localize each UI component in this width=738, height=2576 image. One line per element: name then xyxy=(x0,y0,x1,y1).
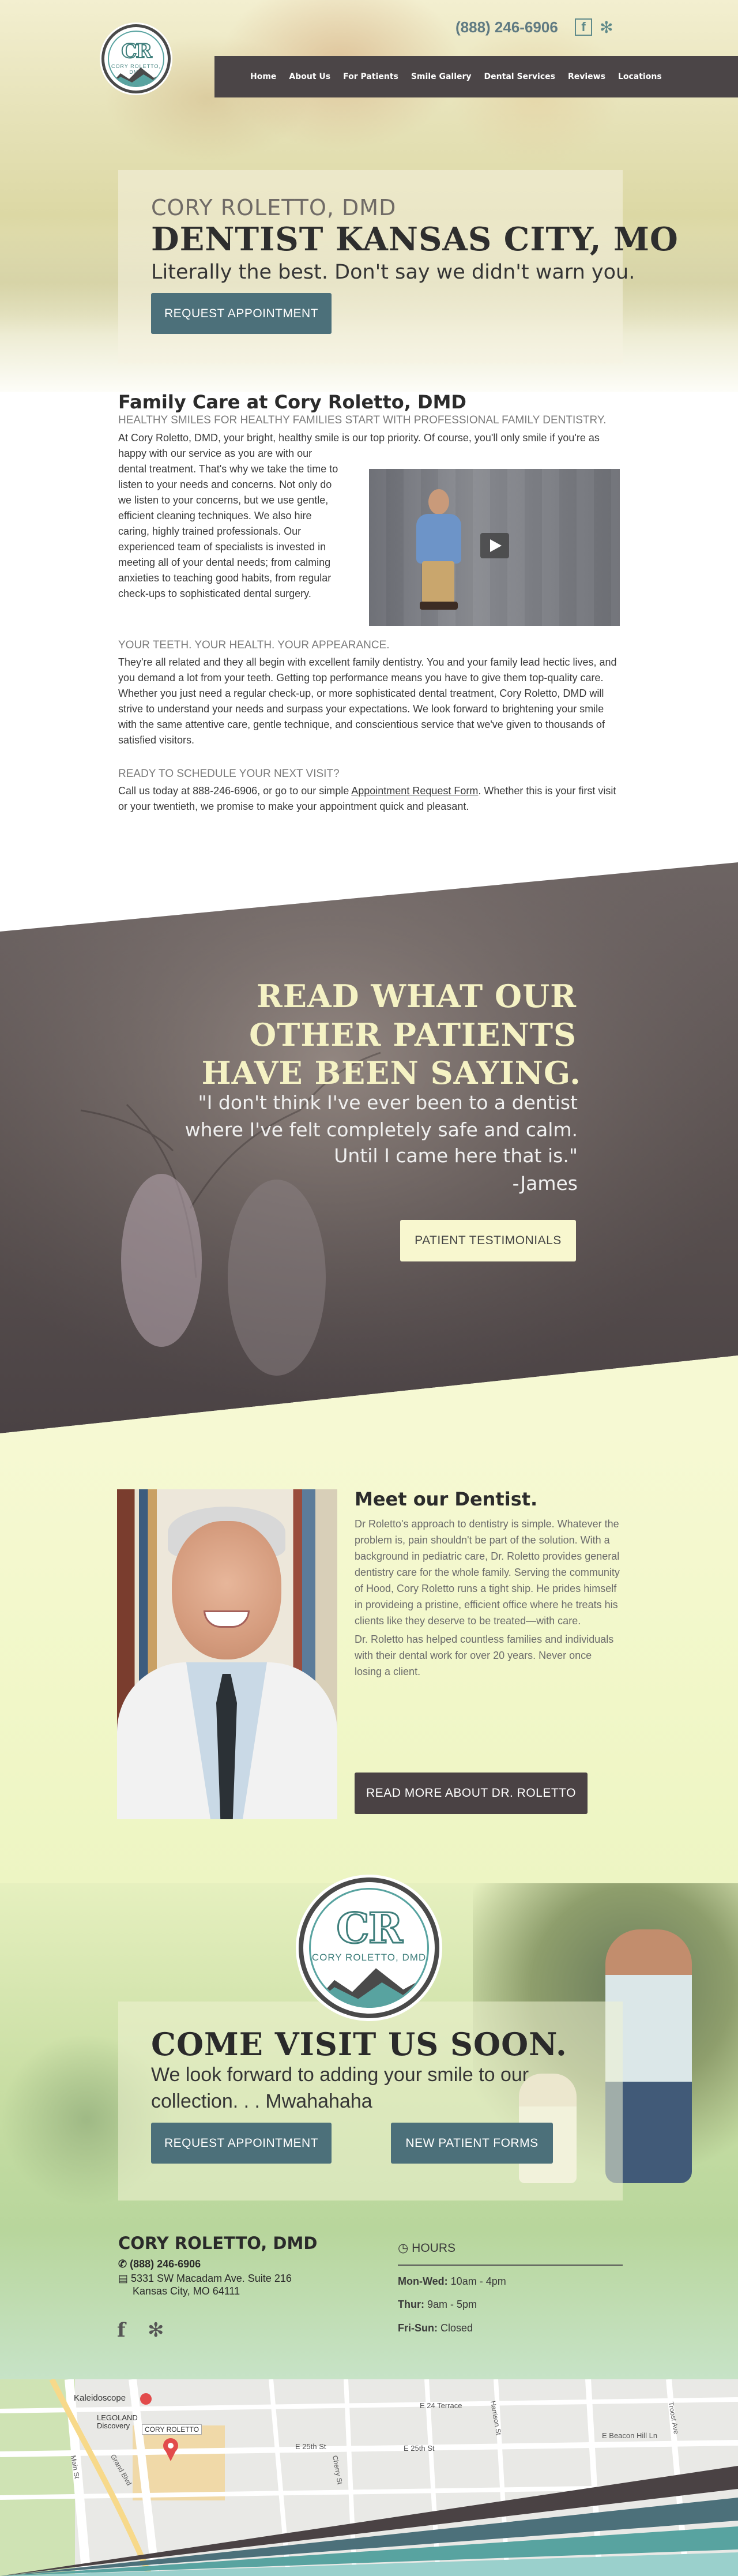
hours-days: Mon-Wed: xyxy=(398,2275,448,2287)
map-label: E 24 Terrace xyxy=(420,2401,462,2410)
logo-name-large: CORY ROLETTO, DMD xyxy=(311,1952,427,1963)
meet-dentist-text: Dr Roletto's approach to dentistry is si… xyxy=(355,1518,620,1627)
ready-text: Call us today at 888-246-6906, or go to … xyxy=(118,783,620,814)
testimonial-author: -James xyxy=(512,1172,578,1195)
family-care-title: Family Care at Cory Roletto, DMD xyxy=(118,391,466,413)
testimonials-section: READ WHAT OUR OTHER PATIENTS HAVE BEEN S… xyxy=(0,862,738,1433)
visit-title: COME VISIT US SOON. xyxy=(151,2026,567,2063)
map-label: Kaleidoscope xyxy=(74,2393,126,2403)
main-nav: Home About Us For Patients Smile Gallery… xyxy=(214,56,738,97)
footer-address-line1: ▤ 5331 SW Macadam Ave. Suite 216 xyxy=(118,2273,292,2285)
meet-dentist-title: Meet our Dentist. xyxy=(355,1488,538,1510)
ready-text-before: Call us today at 888-246-6906, or go to … xyxy=(118,785,352,797)
testimonials-heading-line2: OTHER PATIENTS xyxy=(249,1016,577,1053)
hours-days: Fri-Sun: xyxy=(398,2322,438,2334)
family-care-intro: At Cory Roletto, DMD, your bright, healt… xyxy=(118,432,600,459)
footer-phone[interactable]: ✆ (888) 246-6906 xyxy=(118,2258,201,2270)
logo-monogram: CR xyxy=(121,39,152,63)
yelp-icon[interactable]: ✻ xyxy=(600,18,613,37)
hours-row: Fri-Sun: Closed xyxy=(398,2322,473,2334)
facebook-icon[interactable]: f xyxy=(117,2319,126,2342)
request-appointment-button[interactable]: REQUEST APPOINTMENT xyxy=(151,293,332,334)
testimonial-quote-line2: where I've felt completely safe and calm… xyxy=(184,1118,578,1141)
hours-time: 9am - 5pm xyxy=(427,2299,477,2310)
footer-phone-number[interactable]: (888) 246-6906 xyxy=(130,2258,201,2270)
phone-icon: ✆ xyxy=(118,2258,130,2270)
visit-subtitle-line2: collection. . . Mwahahaha xyxy=(151,2090,372,2112)
hero-tagline: Literally the best. Don't say we didn't … xyxy=(151,261,635,284)
hours-days: Thur: xyxy=(398,2299,424,2310)
nav-locations[interactable]: Locations xyxy=(618,72,662,81)
meet-dentist-text-2: Dr. Roletto has helped countless familie… xyxy=(355,1634,614,1677)
patient-testimonials-button[interactable]: PATIENT TESTIMONIALS xyxy=(400,1220,576,1261)
hours-time: Closed xyxy=(440,2322,473,2334)
map-label: E Beacon Hill Ln xyxy=(602,2431,658,2440)
clock-icon: ◷ xyxy=(398,2241,412,2255)
dentist-photo xyxy=(117,1489,337,1819)
yelp-icon[interactable]: ✻ xyxy=(148,2319,164,2342)
nav-home[interactable]: Home xyxy=(250,72,276,81)
footer-address-street: 5331 SW Macadam Ave. Suite 216 xyxy=(131,2273,292,2284)
intro-video[interactable] xyxy=(369,469,620,626)
hours-row: Mon-Wed: 10am - 4pm xyxy=(398,2275,506,2288)
mountain-icon xyxy=(109,67,163,86)
address-card-icon: ▤ xyxy=(118,2273,131,2284)
hours-title-text: HOURS xyxy=(412,2241,456,2255)
map-pin-label: CORY ROLETTO xyxy=(142,2424,202,2435)
footer-practice-name: CORY ROLETTO, DMD xyxy=(118,2233,318,2253)
play-icon[interactable] xyxy=(480,533,509,558)
hours-title: ◷ HOURS xyxy=(398,2241,455,2255)
location-map[interactable]: Kaleidoscope LEGOLAND Discovery CORY ROL… xyxy=(0,2379,738,2576)
testimonial-quote-line1: "I don't think I've ever been to a denti… xyxy=(198,1091,578,1114)
teeth-title: YOUR TEETH. YOUR HEALTH. YOUR APPEARANCE… xyxy=(118,639,390,651)
nav-dental-services[interactable]: Dental Services xyxy=(484,72,555,81)
footer-address-line2: Kansas City, MO 64111 xyxy=(133,2285,240,2297)
family-care-body: dental treatment. That's why we take the… xyxy=(118,463,338,599)
new-patient-forms-button[interactable]: NEW PATIENT FORMS xyxy=(391,2123,553,2164)
map-label: E 25th St xyxy=(295,2442,326,2451)
facebook-icon[interactable]: f xyxy=(575,18,592,36)
nav-smile-gallery[interactable]: Smile Gallery xyxy=(411,72,472,81)
logo[interactable]: CR CORY ROLETTO, DMD xyxy=(101,24,171,93)
nav-for-patients[interactable]: For Patients xyxy=(343,72,398,81)
family-care-subtitle: HEALTHY SMILES FOR HEALTHY FAMILIES STAR… xyxy=(118,414,607,426)
hours-row: Thur: 9am - 5pm xyxy=(398,2299,477,2311)
read-more-button[interactable]: READ MORE ABOUT DR. ROLETTO xyxy=(355,1773,588,1814)
testimonial-quote-line3: Until I came here that is." xyxy=(334,1144,578,1167)
logo-monogram-large: CR xyxy=(336,1903,404,1954)
hero-practice-name: CORY ROLETTO, DMD xyxy=(151,195,397,220)
testimonials-heading-line3: HAVE BEEN SAYING. xyxy=(201,1054,581,1091)
request-appointment-button-2[interactable]: REQUEST APPOINTMENT xyxy=(151,2123,332,2164)
header-phone[interactable]: (888) 246-6906 xyxy=(455,18,558,36)
ready-title: READY TO SCHEDULE YOUR NEXT VISIT? xyxy=(118,768,340,780)
map-label: E 25th St xyxy=(404,2444,435,2453)
nav-about-us[interactable]: About Us xyxy=(289,72,330,81)
mountain-icon xyxy=(311,1968,427,2006)
testimonials-heading-line1: READ WHAT OUR xyxy=(256,978,577,1015)
hours-divider xyxy=(398,2265,623,2266)
hero-title: DENTIST KANSAS CITY, MO xyxy=(151,220,679,258)
visit-subtitle-line1: We look forward to adding your smile to … xyxy=(151,2064,529,2086)
hours-time: 10am - 4pm xyxy=(450,2275,506,2287)
nav-reviews[interactable]: Reviews xyxy=(568,72,605,81)
teeth-text: They're all related and they all begin w… xyxy=(118,656,617,746)
appointment-request-link[interactable]: Appointment Request Form xyxy=(351,785,478,797)
map-label: LEGOLAND Discovery xyxy=(97,2413,138,2430)
logo-large: CR CORY ROLETTO, DMD xyxy=(299,1877,439,2018)
